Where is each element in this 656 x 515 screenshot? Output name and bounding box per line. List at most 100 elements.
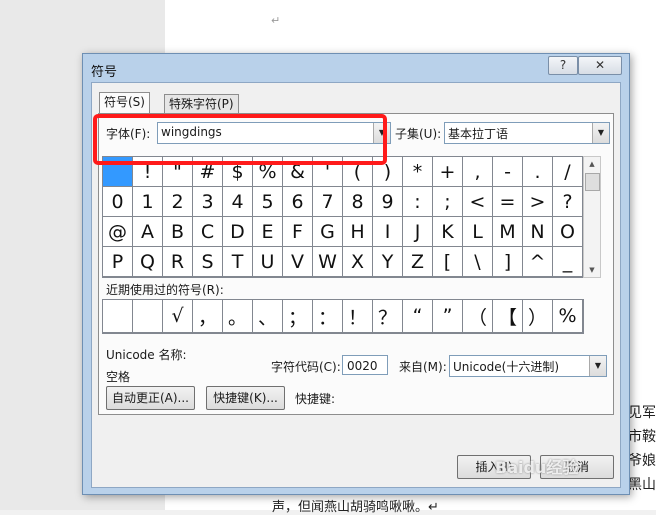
- autocorrect-button[interactable]: 自动更正(A)...: [106, 386, 195, 410]
- symbol-cell[interactable]: J: [403, 217, 433, 247]
- recent-symbols-grid: √，。、；：！？ “” （【）%: [102, 299, 584, 334]
- symbol-cell[interactable]: M: [493, 217, 523, 247]
- unicode-name-value: 空格: [106, 370, 131, 384]
- symbol-cell[interactable]: /: [553, 157, 583, 187]
- symbol-cell[interactable]: D: [223, 217, 253, 247]
- symbol-cell[interactable]: :: [403, 187, 433, 217]
- symbol-cell[interactable]: E: [253, 217, 283, 247]
- symbol-cell[interactable]: N: [523, 217, 553, 247]
- recent-symbol-cell[interactable]: “: [403, 300, 433, 333]
- symbol-cell[interactable]: H: [343, 217, 373, 247]
- recent-symbol-cell[interactable]: ；: [283, 300, 313, 333]
- recent-symbol-cell[interactable]: [103, 300, 133, 333]
- symbol-cell[interactable]: .: [523, 157, 553, 187]
- symbol-cell[interactable]: ,: [463, 157, 493, 187]
- symbol-cell[interactable]: ;: [433, 187, 463, 217]
- symbol-cell[interactable]: <: [463, 187, 493, 217]
- symbol-cell[interactable]: Q: [133, 247, 163, 277]
- recent-symbol-cell[interactable]: 、: [253, 300, 283, 333]
- char-code-label: 字符代码(C):: [271, 360, 341, 374]
- symbol-cell[interactable]: X: [343, 247, 373, 277]
- subset-label: 子集(U):: [395, 127, 442, 141]
- recent-symbol-cell[interactable]: ，: [193, 300, 223, 333]
- symbol-cell[interactable]: 9: [373, 187, 403, 217]
- recent-symbols-label: 近期使用过的符号(R):: [106, 283, 224, 297]
- shortcut-key-button[interactable]: 快捷键(K)...: [206, 386, 285, 410]
- symbol-cell[interactable]: 1: [133, 187, 163, 217]
- tab-symbols[interactable]: 符号(S): [99, 92, 150, 114]
- scroll-thumb[interactable]: [585, 173, 600, 191]
- symbol-cell[interactable]: \: [463, 247, 493, 277]
- symbol-cell[interactable]: >: [523, 187, 553, 217]
- recent-symbol-cell[interactable]: ：: [313, 300, 343, 333]
- recent-symbol-cell[interactable]: 【: [493, 300, 523, 333]
- symbol-cell[interactable]: Z: [403, 247, 433, 277]
- chevron-down-icon[interactable]: ▼: [589, 356, 606, 376]
- symbol-cell[interactable]: Y: [373, 247, 403, 277]
- recent-symbol-cell[interactable]: ！: [343, 300, 373, 333]
- recent-symbol-cell[interactable]: √: [163, 300, 193, 333]
- recent-symbol-cell[interactable]: [133, 300, 163, 333]
- from-select-value: Unicode(十六进制): [453, 360, 560, 374]
- symbol-cell[interactable]: _: [553, 247, 583, 277]
- symbol-cell[interactable]: R: [163, 247, 193, 277]
- recent-symbol-cell[interactable]: ？: [373, 300, 403, 333]
- symbol-cell[interactable]: 5: [253, 187, 283, 217]
- paragraph-mark: ↵: [271, 14, 281, 27]
- doc-text-line: 市鞍: [628, 429, 656, 445]
- subset-select[interactable]: 基本拉丁语 ▼: [444, 122, 610, 144]
- subset-select-value: 基本拉丁语: [448, 127, 509, 141]
- symbol-cell[interactable]: K: [433, 217, 463, 247]
- symbol-cell[interactable]: V: [283, 247, 313, 277]
- symbol-cell[interactable]: 2: [163, 187, 193, 217]
- symbol-cell[interactable]: 4: [223, 187, 253, 217]
- symbol-cell[interactable]: 8: [343, 187, 373, 217]
- symbol-cell[interactable]: G: [313, 217, 343, 247]
- recent-symbol-cell[interactable]: （: [463, 300, 493, 333]
- recent-symbol-cell[interactable]: 。: [223, 300, 253, 333]
- doc-text-line: 黑山: [628, 477, 656, 493]
- symbol-cell[interactable]: L: [463, 217, 493, 247]
- symbol-cell[interactable]: ^: [523, 247, 553, 277]
- symbol-grid-scrollbar[interactable]: ▲ ▼: [583, 156, 601, 278]
- close-button[interactable]: ✕: [578, 56, 622, 75]
- doc-text-line: 声，但闻燕山胡骑鸣啾啾。↵: [272, 500, 439, 515]
- symbol-cell[interactable]: 0: [103, 187, 133, 217]
- symbol-cell[interactable]: B: [163, 217, 193, 247]
- symbol-cell[interactable]: U: [253, 247, 283, 277]
- symbol-cell[interactable]: [: [433, 247, 463, 277]
- char-code-input[interactable]: 0020: [342, 355, 388, 375]
- from-label: 来自(M):: [399, 360, 447, 374]
- chevron-down-icon[interactable]: ▼: [592, 123, 609, 143]
- symbol-cell[interactable]: S: [193, 247, 223, 277]
- symbol-cell[interactable]: 6: [283, 187, 313, 217]
- symbol-cell[interactable]: ?: [553, 187, 583, 217]
- symbol-cell[interactable]: W: [313, 247, 343, 277]
- symbol-cell[interactable]: A: [133, 217, 163, 247]
- dialog-title: 符号: [91, 65, 118, 80]
- symbol-cell[interactable]: ]: [493, 247, 523, 277]
- watermark: Baidu经验: [495, 458, 579, 477]
- symbol-cell[interactable]: C: [193, 217, 223, 247]
- annotation-highlight-box: [93, 114, 387, 165]
- tab-special-characters[interactable]: 特殊字符(P): [164, 94, 239, 113]
- symbol-cell[interactable]: =: [493, 187, 523, 217]
- symbol-cell[interactable]: F: [283, 217, 313, 247]
- help-button[interactable]: ?: [548, 56, 578, 75]
- symbol-cell[interactable]: *: [403, 157, 433, 187]
- recent-symbol-cell[interactable]: %: [553, 300, 583, 333]
- symbol-cell[interactable]: @: [103, 217, 133, 247]
- symbol-cell[interactable]: T: [223, 247, 253, 277]
- recent-symbol-cell[interactable]: ”: [433, 300, 463, 333]
- from-select[interactable]: Unicode(十六进制) ▼: [449, 355, 607, 377]
- symbol-cell[interactable]: O: [553, 217, 583, 247]
- symbol-cell[interactable]: I: [373, 217, 403, 247]
- symbol-cell[interactable]: 3: [193, 187, 223, 217]
- symbol-cell[interactable]: +: [433, 157, 463, 187]
- symbol-cell[interactable]: 7: [313, 187, 343, 217]
- symbol-cell[interactable]: -: [493, 157, 523, 187]
- recent-symbol-cell[interactable]: ）: [523, 300, 553, 333]
- symbol-cell[interactable]: P: [103, 247, 133, 277]
- scroll-up-icon[interactable]: ▲: [584, 157, 600, 171]
- scroll-down-icon[interactable]: ▼: [584, 263, 600, 277]
